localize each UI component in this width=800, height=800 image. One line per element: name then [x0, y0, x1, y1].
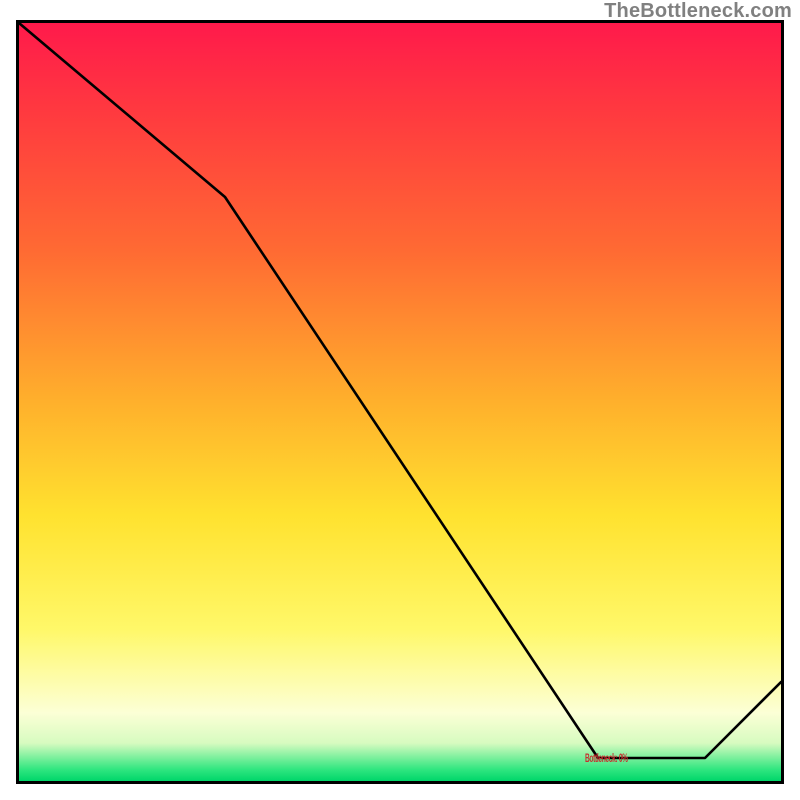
chart-container: TheBottleneck.com Bottleneck: 0% [0, 0, 800, 800]
valley-annotation: Bottleneck: 0% [585, 751, 628, 765]
plot-area: Bottleneck: 0% [16, 20, 784, 784]
bottleneck-curve-line [19, 23, 781, 758]
chart-line-svg [19, 23, 781, 781]
